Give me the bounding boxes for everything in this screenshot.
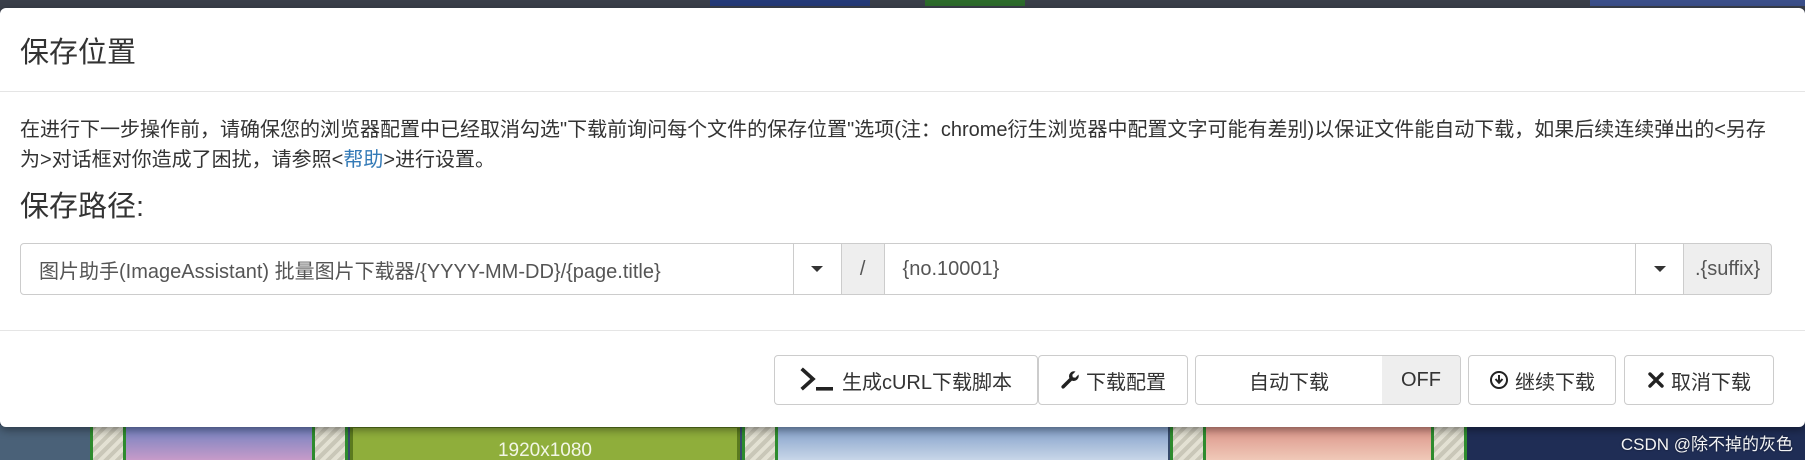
watermark: CSDN @除不掉的灰色 (1620, 435, 1793, 454)
auto-download-state[interactable]: OFF (1382, 356, 1460, 404)
close-icon (1647, 371, 1665, 389)
save-path-input-group: 图片助手(ImageAssistant) 批量图片下载器/{YYYY-MM-DD… (20, 243, 1772, 295)
continue-download-label: 继续下载 (1515, 371, 1595, 394)
filename-dropdown[interactable] (1636, 243, 1685, 295)
dialog-title: 保存位置 (20, 36, 137, 69)
download-settings-button[interactable]: 下载配置 (1038, 355, 1188, 405)
dialog-footer: 生成cURL下载脚本 下载配置 自动下载 OFF 继续下载 取消下载 (0, 330, 1805, 427)
folder-path-input[interactable]: 图片助手(ImageAssistant) 批量图片下载器/{YYYY-MM-DD… (20, 243, 794, 295)
image-tile-frame (312, 425, 348, 460)
wrench-icon (1060, 370, 1080, 390)
terminal-icon (800, 367, 836, 393)
auto-download-label: 自动下载 (1249, 371, 1329, 394)
generate-curl-script-button[interactable]: 生成cURL下载脚本 (774, 355, 1038, 405)
save-location-dialog: 保存位置 在进行下一步操作前，请确保您的浏览器配置中已经取消勾选"下载前询问每个… (0, 8, 1805, 427)
browser-config-notice: 在进行下一步操作前，请确保您的浏览器配置中已经取消勾选"下载前询问每个文件的保存… (20, 115, 1785, 175)
image-tile-selected[interactable]: 1920x1080 (350, 425, 740, 460)
image-tile[interactable] (126, 425, 312, 460)
image-tile[interactable] (1206, 425, 1431, 460)
dialog-header: 保存位置 (0, 8, 1805, 92)
file-suffix: .{suffix} (1684, 243, 1772, 295)
notice-text: 在进行下一步操作前，请确保您的浏览器配置中已经取消勾选"下载前询问每个文件的保存… (20, 119, 1766, 171)
notice-text-end: >进行设置。 (383, 149, 496, 171)
image-tile-frame (90, 425, 126, 460)
image-tile-frame (1431, 425, 1467, 460)
caret-down-icon (811, 266, 824, 272)
auto-download-toggle[interactable]: 自动下载 OFF (1195, 355, 1461, 405)
download-circle-icon (1489, 370, 1509, 390)
generate-curl-script-label: 生成cURL下载脚本 (841, 371, 1012, 394)
image-tile-frame (742, 425, 778, 460)
download-settings-label: 下载配置 (1086, 371, 1166, 394)
caret-down-icon (1653, 266, 1666, 272)
help-link[interactable]: 帮助 (343, 149, 383, 171)
cancel-download-label: 取消下载 (1671, 371, 1751, 394)
dialog-body: 在进行下一步操作前，请确保您的浏览器配置中已经取消勾选"下载前询问每个文件的保存… (0, 92, 1805, 295)
image-tile-frame (1170, 425, 1206, 460)
save-path-label: 保存路径: (20, 191, 145, 223)
folder-path-dropdown[interactable] (793, 243, 842, 295)
continue-download-button[interactable]: 继续下载 (1468, 355, 1616, 405)
filename-input[interactable]: {no.10001} (884, 243, 1637, 295)
image-resolution-label: 1920x1080 (497, 440, 593, 460)
cancel-download-button[interactable]: 取消下载 (1624, 355, 1774, 405)
image-tile[interactable] (778, 425, 1168, 460)
image-tile[interactable] (0, 425, 90, 460)
path-separator: / (841, 243, 885, 295)
